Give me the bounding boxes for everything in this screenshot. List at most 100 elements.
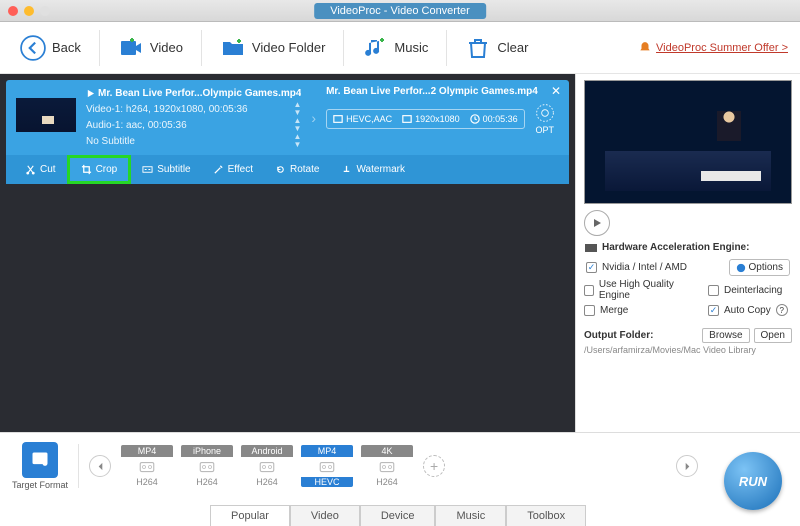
- titlebar: VideoProc - Video Converter: [0, 0, 800, 22]
- codec-options-button[interactable]: OPT: [535, 103, 555, 135]
- clear-label: Clear: [497, 40, 528, 55]
- main-area: ✕ Mr. Bean Live Perfor...Olympic Games.m…: [0, 74, 800, 432]
- preview-pane: [584, 80, 792, 204]
- resolution-icon: [402, 114, 412, 124]
- autocopy-checkbox[interactable]: [708, 305, 719, 316]
- remove-item-button[interactable]: ✕: [551, 84, 561, 98]
- tab-popular[interactable]: Popular: [210, 505, 290, 526]
- preset-iphone-h264[interactable]: iPhoneH264: [181, 445, 233, 487]
- hw-accel-section: Hardware Acceleration Engine: Nvidia / I…: [584, 242, 792, 316]
- back-arrow-icon: [20, 35, 46, 61]
- source-filename: Mr. Bean Live Perfor...Olympic Games.mp4: [98, 86, 301, 101]
- output-path: /Users/arfamirza/Movies/Mac Video Librar…: [584, 345, 792, 355]
- watermark-icon: [341, 164, 352, 175]
- tab-device[interactable]: Device: [360, 505, 436, 526]
- music-label: Music: [394, 40, 428, 55]
- tab-toolbox[interactable]: Toolbox: [506, 505, 586, 526]
- video-thumbnail: [16, 98, 76, 132]
- main-toolbar: Back Video Video Folder Music Clear Vide…: [0, 22, 800, 74]
- merge-checkbox[interactable]: [584, 305, 595, 316]
- clock-icon: [470, 114, 480, 124]
- source-info: Mr. Bean Live Perfor...Olympic Games.mp4…: [86, 86, 301, 149]
- source-video-line: Video-1: h264, 1920x1080, 00:05:36: [86, 102, 248, 117]
- target-format-button[interactable]: Target Format: [12, 442, 68, 490]
- back-button[interactable]: Back: [12, 31, 89, 65]
- summer-offer-text: VideoProc Summer Offer >: [656, 42, 788, 54]
- autocopy-label: Auto Copy: [724, 305, 771, 316]
- rotate-button[interactable]: Rotate: [264, 155, 330, 184]
- target-format-label: Target Format: [12, 480, 68, 490]
- video-label: Video: [150, 40, 183, 55]
- watermark-button[interactable]: Watermark: [330, 155, 416, 184]
- hq-engine-checkbox[interactable]: [584, 285, 594, 296]
- trash-icon: [465, 35, 491, 61]
- zoom-window-icon[interactable]: [40, 6, 50, 16]
- window-title: VideoProc - Video Converter: [314, 3, 486, 19]
- autocopy-help-icon[interactable]: ?: [776, 304, 788, 316]
- nvidia-checkbox[interactable]: [586, 262, 597, 273]
- video-folder-label: Video Folder: [252, 40, 325, 55]
- add-music-button[interactable]: Music: [354, 31, 436, 65]
- tab-video[interactable]: Video: [290, 505, 360, 526]
- edit-toolbar: Cut Crop Subtitle Effect Rotate Watermar…: [6, 155, 569, 184]
- crop-icon: [81, 164, 92, 175]
- presets-prev-button[interactable]: [89, 455, 111, 477]
- right-panel: Hardware Acceleration Engine: Nvidia / I…: [575, 74, 800, 432]
- deinterlacing-checkbox[interactable]: [708, 285, 719, 296]
- preset-4k-h264[interactable]: 4KH264: [361, 445, 413, 487]
- output-folder-label: Output Folder:: [584, 330, 653, 341]
- dest-codec: HEVC,AAC: [346, 114, 392, 124]
- close-window-icon[interactable]: [8, 6, 18, 16]
- format-strip: Target Format MP4H264iPhoneH264AndroidH2…: [0, 433, 800, 499]
- rotate-icon: [275, 164, 286, 175]
- music-icon: [362, 35, 388, 61]
- wand-icon: [213, 164, 224, 175]
- target-format-icon: [30, 450, 50, 470]
- chip-icon: [584, 243, 598, 253]
- preset-mp4-hevc[interactable]: MP4HEVC: [301, 445, 353, 487]
- bell-icon: [638, 41, 652, 55]
- run-button[interactable]: RUN: [724, 452, 782, 510]
- presets-next-button[interactable]: [676, 455, 698, 477]
- hw-header: Hardware Acceleration Engine:: [602, 242, 749, 253]
- bottom-panel: Target Format MP4H264iPhoneH264AndroidH2…: [0, 432, 800, 526]
- open-folder-button[interactable]: Open: [754, 328, 792, 343]
- source-subtitle-line: No Subtitle: [86, 134, 135, 149]
- effect-button[interactable]: Effect: [202, 155, 264, 184]
- tab-music[interactable]: Music: [435, 505, 506, 526]
- add-preset-button[interactable]: +: [423, 455, 445, 477]
- clear-button[interactable]: Clear: [457, 31, 536, 65]
- video-item-card[interactable]: ✕ Mr. Bean Live Perfor...Olympic Games.m…: [6, 80, 569, 184]
- browse-button[interactable]: Browse: [702, 328, 749, 343]
- dest-resolution: 1920x1080: [415, 114, 460, 124]
- output-folder-section: Output Folder: Browse Open /Users/arfami…: [584, 328, 792, 355]
- minimize-window-icon[interactable]: [24, 6, 34, 16]
- deint-label: Deinterlacing: [724, 285, 782, 296]
- dest-filename: Mr. Bean Live Perfor...2 Olympic Games.m…: [326, 86, 559, 97]
- hq-label: Use High Quality Engine: [599, 279, 694, 301]
- dest-duration: 00:05:36: [483, 114, 518, 124]
- source-audio-line: Audio-1: aac, 00:05:36: [86, 118, 187, 133]
- crop-button[interactable]: Crop: [67, 155, 132, 184]
- add-video-button[interactable]: Video: [110, 31, 191, 65]
- gear-icon: [736, 263, 746, 273]
- preset-android-h264[interactable]: AndroidH264: [241, 445, 293, 487]
- video-icon: [118, 35, 144, 61]
- dest-info: Mr. Bean Live Perfor...2 Olympic Games.m…: [326, 86, 559, 135]
- back-label: Back: [52, 40, 81, 55]
- opt-label: OPT: [535, 125, 554, 135]
- dest-badges: HEVC,AAC 1920x1080 00:05:36: [326, 109, 525, 129]
- folder-icon: [220, 35, 246, 61]
- gear-icon: [535, 103, 555, 123]
- add-video-folder-button[interactable]: Video Folder: [212, 31, 333, 65]
- play-button[interactable]: [584, 210, 610, 236]
- cut-button[interactable]: Cut: [14, 155, 67, 184]
- subtitle-button[interactable]: Subtitle: [131, 155, 201, 184]
- category-tabs: PopularVideoDeviceMusicToolbox: [210, 505, 586, 526]
- hw-options-button[interactable]: Options: [729, 259, 790, 276]
- scissors-icon: [25, 164, 36, 175]
- arrow-icon: ›: [311, 110, 316, 126]
- summer-offer-link[interactable]: VideoProc Summer Offer >: [638, 41, 788, 55]
- traffic-lights: [0, 6, 50, 16]
- preset-mp4-h264[interactable]: MP4H264: [121, 445, 173, 487]
